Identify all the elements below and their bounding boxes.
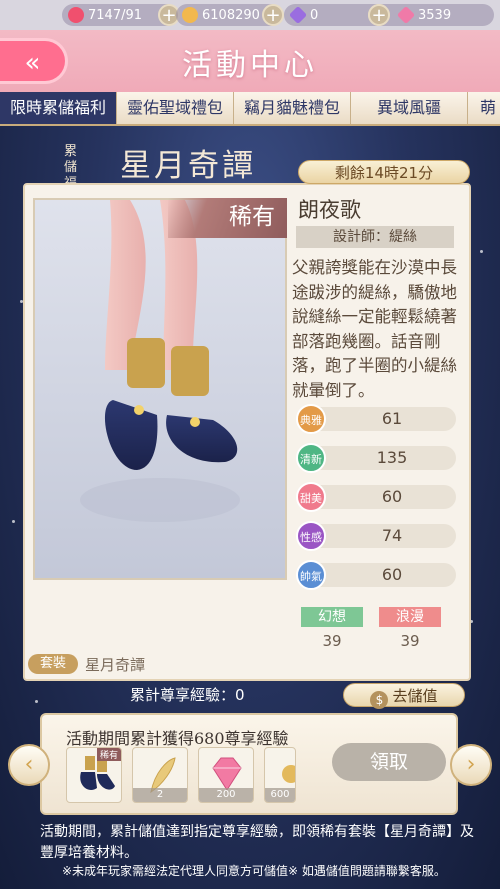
- tag-fantasy-value: 39: [322, 632, 342, 650]
- tab-exotic-frontier[interactable]: 異域風疆: [351, 92, 468, 124]
- reward-title: 活動期間累計獲得680尊享經驗: [66, 729, 289, 748]
- item-description: 父親誇獎能在沙漠中長途跋涉的緹絲，驕傲地說縫絲一定能輕鬆繞著部落跑幾圈。話音剛落…: [292, 258, 457, 400]
- stat-value: 74: [381, 526, 403, 545]
- recharge-label: 去儲值: [392, 687, 438, 705]
- suit-tag: 套裝: [28, 654, 78, 674]
- banner-title: 星月奇譚: [120, 148, 256, 184]
- tab-bar: 限時累儲福利 靈佑聖域禮包 竊月貓魅禮包 異域風疆 萌: [0, 92, 500, 126]
- tab-sacred-domain-pack[interactable]: 靈佑聖域禮包: [117, 92, 234, 124]
- stat-value: 60: [381, 565, 403, 584]
- stat-sexy-icon: 性感: [296, 521, 326, 551]
- tab-moon-cat-pack[interactable]: 竊月貓魅禮包: [234, 92, 351, 124]
- add-pink-diamonds-button[interactable]: +: [368, 4, 390, 26]
- stat-elegant: 典雅 61: [296, 404, 456, 434]
- designer-label: 設計師：緹絲: [296, 226, 454, 248]
- rarity-badge: 稀有: [168, 198, 287, 238]
- cat-coin-icon: [182, 7, 198, 23]
- stat-cool-icon: 帥氣: [296, 560, 326, 590]
- stat-cool: 帥氣 60: [296, 560, 456, 590]
- recharge-button[interactable]: $ 去儲值: [343, 683, 465, 709]
- resource-coins: 6108290 +: [176, 4, 284, 26]
- tag-romantic: 浪漫: [379, 607, 441, 627]
- resource-hearts: 7147/91 +: [62, 4, 180, 26]
- event-description: 活動期間，累計儲值達到指定尊享經驗，即領稀有套裝【星月奇譚】及豐厚培養材料。: [40, 824, 474, 861]
- page-title: 活動中心: [182, 48, 318, 83]
- add-coins-button[interactable]: +: [262, 4, 284, 26]
- reward-count: 2: [133, 788, 187, 802]
- experience-counter: 累計尊享經驗：0: [130, 686, 245, 704]
- item-name: 朗夜歌: [298, 198, 361, 222]
- tab-next[interactable]: 萌: [468, 92, 500, 124]
- item-image: [33, 198, 287, 580]
- stat-value: 60: [381, 487, 403, 506]
- stat-fresh: 清新 135: [296, 443, 456, 473]
- suit-name: 星月奇譚: [85, 656, 146, 674]
- resource-bar: 7147/91 + 6108290 + 0 + + 3539: [0, 0, 500, 30]
- reward-count: 600: [265, 788, 295, 802]
- next-arrow-icon[interactable]: ›: [450, 744, 492, 786]
- resource-value: 6108290: [202, 7, 260, 23]
- tab-cumulative-recharge[interactable]: 限時累儲福利: [0, 92, 117, 124]
- countdown-timer: 剩餘14時21分: [298, 160, 470, 184]
- previous-arrow-icon[interactable]: ‹: [8, 744, 50, 786]
- tag-fantasy: 幻想: [301, 607, 363, 627]
- stat-sweet-icon: 甜美: [296, 482, 326, 512]
- resource-value: 0: [310, 7, 319, 23]
- claim-button[interactable]: 領取: [332, 743, 446, 781]
- stat-sweet: 甜美 60: [296, 482, 456, 512]
- stat-value: 135: [376, 448, 408, 467]
- reward-item-pink-diamond[interactable]: 200: [198, 747, 254, 803]
- stat-fresh-icon: 清新: [296, 443, 326, 473]
- pink-diamond-icon: [396, 5, 416, 25]
- resource-value: 7147/91: [88, 7, 143, 23]
- tag-romantic-value: 39: [400, 632, 420, 650]
- reward-count: 200: [199, 788, 253, 802]
- rarity-badge-small: 稀有: [96, 748, 121, 761]
- stat-value: 61: [381, 409, 403, 428]
- reward-item-gold[interactable]: 600: [264, 747, 296, 803]
- stat-sexy: 性感 74: [296, 521, 456, 551]
- resource-pink-diamonds: + 3539: [368, 4, 494, 26]
- age-notice: ※未成年玩家需經法定代理人同意方可儲值※ 如遇儲值問題請聯繫客服。: [62, 864, 446, 878]
- stat-elegant-icon: 典雅: [296, 404, 326, 434]
- purple-diamond-icon: [288, 5, 308, 25]
- reward-item-shoes[interactable]: 稀有: [66, 747, 122, 803]
- resource-value: 3539: [418, 7, 452, 23]
- heart-icon: [68, 7, 84, 23]
- coin-icon: $: [370, 691, 389, 709]
- reward-item-feather[interactable]: 2: [132, 747, 188, 803]
